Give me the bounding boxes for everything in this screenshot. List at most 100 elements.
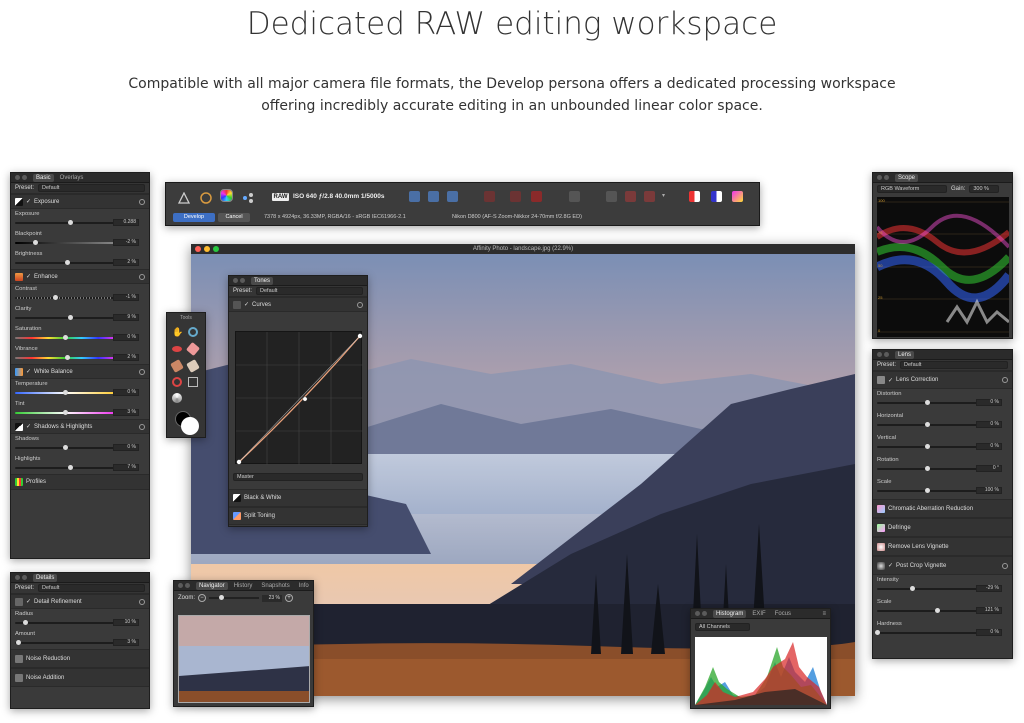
erase-tool-icon[interactable]	[186, 359, 200, 373]
slider-knob[interactable]	[68, 465, 73, 470]
zoom-in-icon[interactable]: +	[285, 594, 294, 602]
distortion-slider[interactable]	[877, 400, 977, 405]
grid-icon[interactable]	[606, 191, 617, 202]
zoom-out-icon[interactable]: −	[198, 594, 207, 602]
slider-knob[interactable]	[910, 586, 915, 591]
shadows-slider[interactable]	[15, 445, 115, 450]
cancel-button[interactable]: Cancel	[218, 213, 250, 222]
crop-tool-icon[interactable]	[188, 377, 198, 387]
single-view-icon[interactable]	[531, 191, 542, 202]
reset-icon[interactable]	[357, 301, 363, 308]
clarity-slider[interactable]	[15, 315, 115, 320]
white-balance-picker-icon[interactable]	[569, 191, 580, 202]
export-persona-icon[interactable]	[242, 191, 253, 203]
chevron-down-icon[interactable]: ▾	[662, 192, 665, 199]
control-saturation[interactable]: Saturation 0 %	[11, 324, 149, 344]
section-lens-correction[interactable]: Lens Correction	[896, 377, 938, 383]
channel-select[interactable]: Master	[233, 472, 363, 481]
radius-slider[interactable]	[15, 620, 115, 625]
slider-knob[interactable]	[925, 422, 930, 427]
control-highlights[interactable]: Highlights 7 %	[11, 454, 149, 474]
section-noise-reduction[interactable]: Noise Reduction	[26, 656, 70, 662]
section-defringe[interactable]: Defringe	[888, 525, 911, 531]
control-scale[interactable]: Scale 100 %	[873, 477, 1012, 499]
contrast-slider[interactable]	[15, 295, 115, 300]
slider-knob[interactable]	[65, 260, 70, 265]
section-exposure[interactable]: Exposure	[34, 199, 59, 205]
close-icon[interactable]	[195, 246, 201, 252]
control-amount[interactable]: Amount 3 %	[11, 629, 149, 649]
slider-knob[interactable]	[63, 390, 68, 395]
slider-knob[interactable]	[925, 488, 930, 493]
clipping-highlights-icon[interactable]	[447, 191, 458, 202]
control-intensity[interactable]: Intensity -29 %	[873, 575, 1012, 597]
develop-button[interactable]: Develop	[173, 213, 215, 222]
section-profiles[interactable]: Profiles	[26, 479, 46, 485]
minimize-icon[interactable]	[204, 246, 210, 252]
tab-basic[interactable]: Basic	[33, 173, 54, 182]
tab-history[interactable]: History	[231, 582, 256, 590]
navigator-thumbnail[interactable]	[178, 615, 310, 703]
horizontal-slider[interactable]	[877, 422, 977, 427]
zoom-tool-icon[interactable]	[188, 327, 198, 337]
slider-knob[interactable]	[65, 355, 70, 360]
control-contrast[interactable]: Contrast -1 %	[11, 284, 149, 304]
control-brightness[interactable]: Brightness 2 %	[11, 249, 149, 269]
rotation-slider[interactable]	[877, 466, 977, 471]
secondary-color-swatch[interactable]	[181, 417, 199, 435]
control-vibrance[interactable]: Vibrance 2 %	[11, 344, 149, 364]
brush-tool-icon[interactable]	[170, 359, 184, 373]
preset-select[interactable]: Default	[38, 184, 145, 192]
preset-select[interactable]: Default	[38, 584, 145, 592]
tab-tones[interactable]: Tones	[251, 276, 274, 285]
section-remove-vignette[interactable]: Remove Lens Vignette	[888, 544, 949, 550]
tab-overlays[interactable]: Overlays	[57, 174, 87, 182]
reset-icon[interactable]	[1002, 562, 1008, 569]
section-detail-refinement[interactable]: Detail Refinement	[34, 599, 82, 605]
blackpoint-slider[interactable]	[15, 240, 115, 245]
slider-knob[interactable]	[935, 608, 940, 613]
slider-knob[interactable]	[33, 240, 38, 245]
section-split-toning[interactable]: Split Toning	[244, 513, 275, 519]
split-view-icon[interactable]	[484, 191, 495, 202]
preset-select[interactable]: Default	[256, 287, 363, 295]
snapping-icon[interactable]	[711, 191, 722, 202]
channel-select[interactable]: All Channels	[695, 622, 750, 631]
tab-exif[interactable]: EXIF	[749, 610, 768, 618]
slider-knob[interactable]	[925, 400, 930, 405]
develop-persona-icon[interactable]	[220, 189, 233, 202]
blemish-tool-icon[interactable]	[185, 341, 201, 357]
tab-focus[interactable]: Focus	[772, 610, 794, 618]
mirror-view-icon[interactable]	[510, 191, 521, 202]
curves-graph[interactable]	[235, 331, 363, 465]
gradient-tool-icon[interactable]	[172, 377, 182, 387]
section-noise-addition[interactable]: Noise Addition	[26, 675, 64, 681]
hand-tool-icon[interactable]: ✋	[172, 327, 183, 337]
hardness-slider[interactable]	[875, 630, 977, 635]
section-white-balance[interactable]: White Balance	[34, 369, 73, 375]
intensity-slider[interactable]	[877, 586, 977, 591]
zoom-value[interactable]: 23 %	[262, 594, 283, 602]
control-blackpoint[interactable]: Blackpoint -2 %	[11, 229, 149, 249]
section-shadows-highlights[interactable]: Shadows & Highlights	[34, 424, 92, 430]
control-temperature[interactable]: Temperature 0 %	[11, 379, 149, 399]
control-vignette-scale[interactable]: Scale 121 %	[873, 597, 1012, 619]
menu-icon[interactable]: ≡	[822, 611, 826, 617]
zoom-icon[interactable]	[213, 246, 219, 252]
section-post-crop[interactable]: Post Crop Vignette	[896, 563, 946, 569]
color-picker-icon[interactable]	[172, 393, 182, 403]
section-chromatic[interactable]: Chromatic Aberration Reduction	[888, 506, 973, 512]
section-curves[interactable]: Curves	[252, 302, 271, 308]
control-vertical[interactable]: Vertical 0 %	[873, 433, 1012, 455]
slider-knob[interactable]	[63, 445, 68, 450]
reset-icon[interactable]	[139, 198, 145, 205]
assistant-icon[interactable]	[689, 191, 700, 202]
control-exposure[interactable]: Exposure 0.288	[11, 209, 149, 229]
reset-icon[interactable]	[139, 423, 145, 430]
preset-select[interactable]: Default	[900, 361, 1008, 369]
clipping-shadows-icon[interactable]	[409, 191, 420, 202]
tab-histogram[interactable]: Histogram	[713, 609, 747, 618]
tint-slider[interactable]	[15, 410, 115, 415]
slider-knob[interactable]	[68, 220, 73, 225]
slider-knob[interactable]	[68, 315, 73, 320]
